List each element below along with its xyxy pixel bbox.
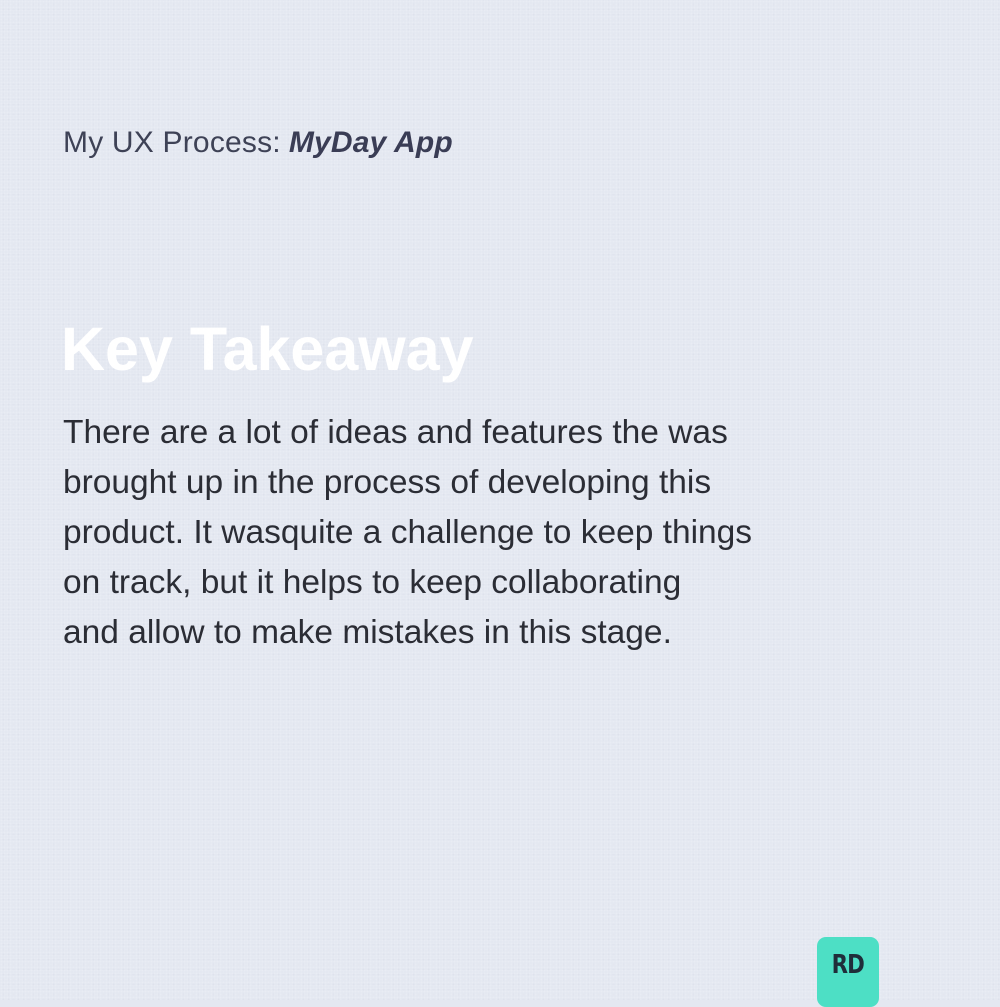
takeaway-line: on track, but it helps to keep collabora… <box>63 564 682 601</box>
author-initials: RD <box>831 950 865 980</box>
series-prefix: My UX Process: <box>63 126 281 159</box>
section-title: Key Takeaway <box>61 315 474 383</box>
takeaway-line: and allow to make mistakes in this stage… <box>63 614 672 651</box>
takeaway-paragraph: There are a lot of ideas and features th… <box>63 408 943 658</box>
series-label: My UX Process: MyDay App <box>63 124 453 162</box>
takeaway-line: product. It wasquite a challenge to keep… <box>63 514 753 551</box>
author-logo-badge: RD <box>817 937 879 1007</box>
takeaway-line: brought up in the process of developing … <box>63 464 712 501</box>
takeaway-line: There are a lot of ideas and features th… <box>63 414 728 451</box>
project-name: MyDay App <box>288 126 453 159</box>
